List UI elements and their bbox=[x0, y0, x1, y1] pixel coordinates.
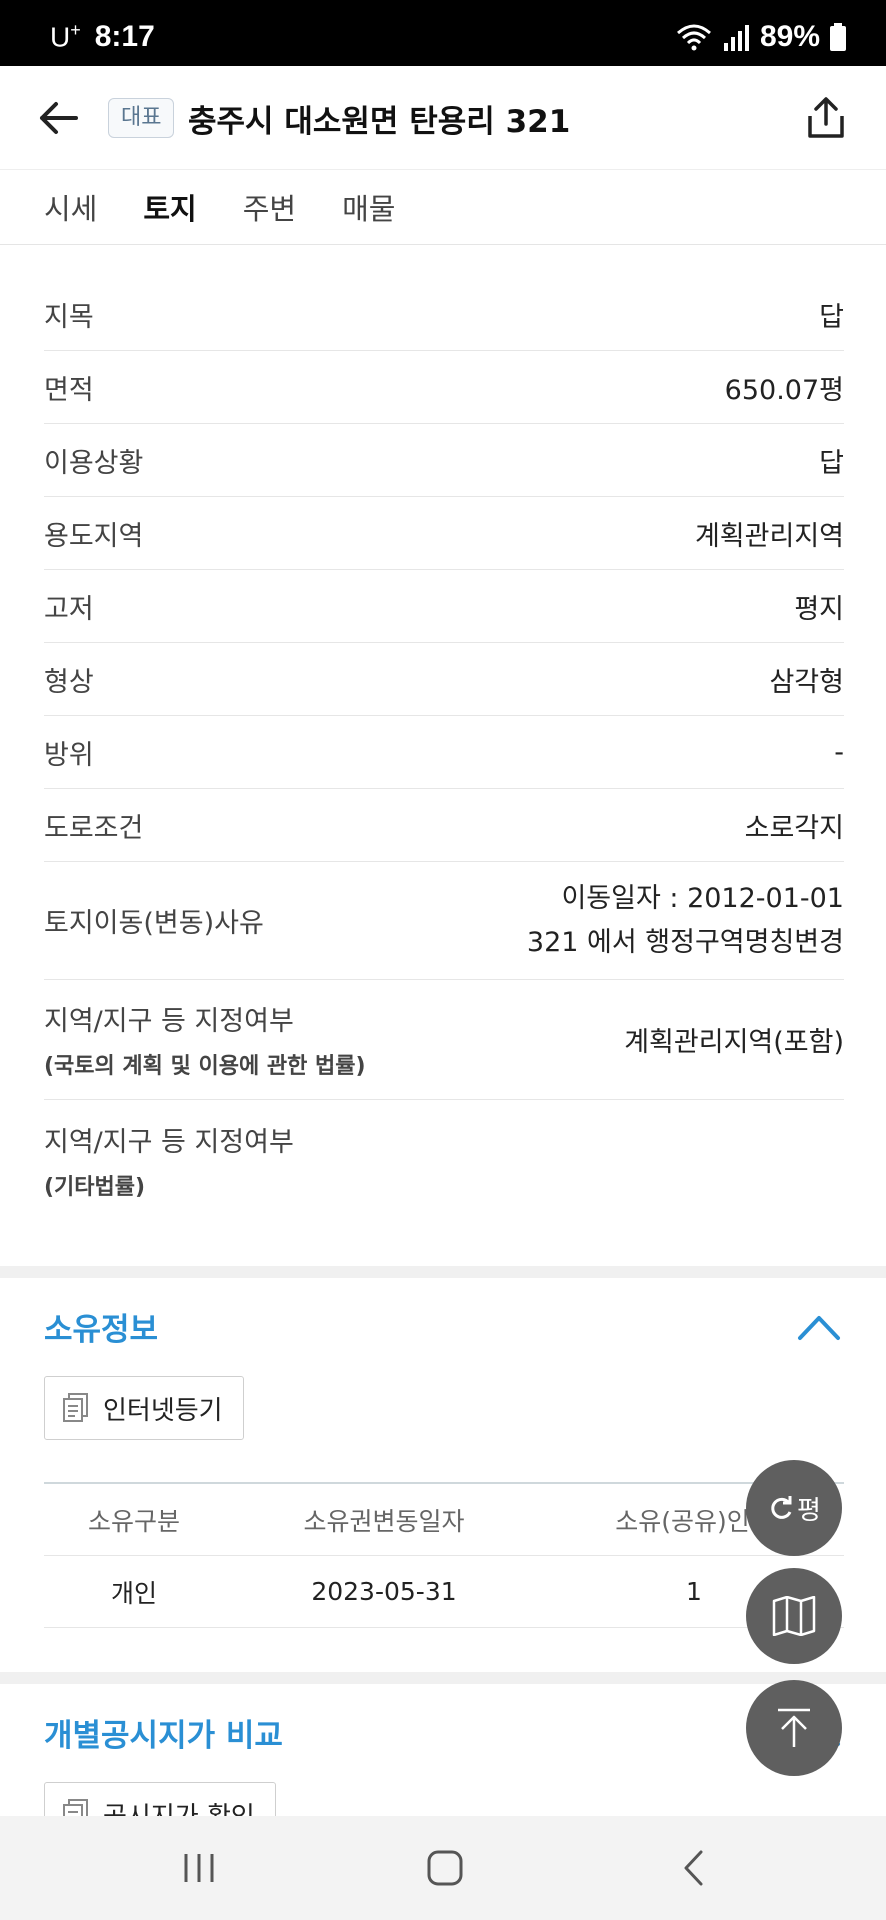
share-icon[interactable] bbox=[802, 94, 850, 142]
status-bar: U+ 8:17 89% bbox=[0, 0, 886, 66]
signal-icon bbox=[723, 25, 749, 51]
section-divider bbox=[0, 1672, 886, 1684]
header: 대표 충주시 대소원면 탄용리 321 bbox=[0, 66, 886, 170]
internet-registry-button[interactable]: 인터넷등기 bbox=[44, 1376, 244, 1440]
map-icon bbox=[772, 1596, 816, 1636]
back-arrow-icon[interactable] bbox=[34, 94, 82, 142]
clock: 8:17 bbox=[94, 20, 155, 54]
page-title: 충주시 대소원면 탄용리 321 bbox=[188, 104, 571, 140]
info-row-road-condition: 도로조건 소로각지 bbox=[44, 789, 844, 862]
map-button[interactable] bbox=[746, 1568, 842, 1664]
wifi-icon bbox=[676, 24, 711, 51]
tab-bar: 시세 토지 주변 매물 bbox=[0, 170, 886, 245]
info-row-direction: 방위 - bbox=[44, 716, 844, 789]
ownership-table: 소유구분 소유권변동일자 소유(공유)인수 개인 2023-05-31 1 bbox=[44, 1482, 844, 1628]
section-divider bbox=[0, 1266, 886, 1278]
carrier: U+ bbox=[50, 20, 81, 53]
refresh-icon bbox=[771, 1496, 792, 1519]
info-row-zoning: 용도지역 계획관리지역 bbox=[44, 497, 844, 570]
info-row-land-category: 지목 답 bbox=[44, 278, 844, 351]
land-info-list: 지목 답 면적 650.07평 이용상황 답 용도지역 계획관리지역 고저 평지… bbox=[44, 278, 844, 1220]
scroll-top-button[interactable] bbox=[746, 1680, 842, 1776]
ownership-section-title: 소유정보 bbox=[44, 1312, 159, 1348]
back-icon[interactable] bbox=[670, 1846, 720, 1890]
chevron-up-icon[interactable] bbox=[796, 1312, 842, 1342]
arrow-up-to-top-icon bbox=[778, 1708, 810, 1747]
representative-badge: 대표 bbox=[108, 98, 175, 138]
info-row-area: 면적 650.07평 bbox=[44, 351, 844, 424]
battery-percent: 89% bbox=[759, 20, 820, 53]
info-row-shape: 형상 삼각형 bbox=[44, 643, 844, 716]
recent-apps-icon[interactable] bbox=[174, 1846, 224, 1890]
tab-listings[interactable]: 매물 bbox=[342, 186, 395, 228]
price-compare-section-title: 개별공시지가 비교 bbox=[44, 1718, 283, 1754]
info-row-district-other: 지역/지구 등 지정여부 (기타법률) bbox=[44, 1126, 294, 1200]
info-row-district-national: 지역/지구 등 지정여부 (국토의 계획 및 이용에 관한 법률) 계획관리지역… bbox=[44, 980, 844, 1100]
table-header-row: 소유구분 소유권변동일자 소유(공유)인수 bbox=[44, 1484, 844, 1556]
system-nav-bar bbox=[0, 1816, 886, 1920]
tab-land[interactable]: 토지 bbox=[143, 186, 196, 228]
info-row-usage: 이용상황 답 bbox=[44, 424, 844, 497]
info-row-change-reason: 토지이동(변동)사유 이동일자 : 2012-01-01 321 에서 행정구역… bbox=[44, 862, 844, 980]
info-row-elevation: 고저 평지 bbox=[44, 570, 844, 643]
unit-toggle-button[interactable]: 평 bbox=[746, 1460, 842, 1556]
table-row: 개인 2023-05-31 1 bbox=[44, 1556, 844, 1628]
tab-nearby[interactable]: 주변 bbox=[243, 186, 296, 228]
tab-price[interactable]: 시세 bbox=[44, 186, 97, 228]
home-icon[interactable] bbox=[420, 1846, 470, 1890]
battery-icon bbox=[830, 23, 846, 51]
document-icon bbox=[63, 1393, 88, 1422]
